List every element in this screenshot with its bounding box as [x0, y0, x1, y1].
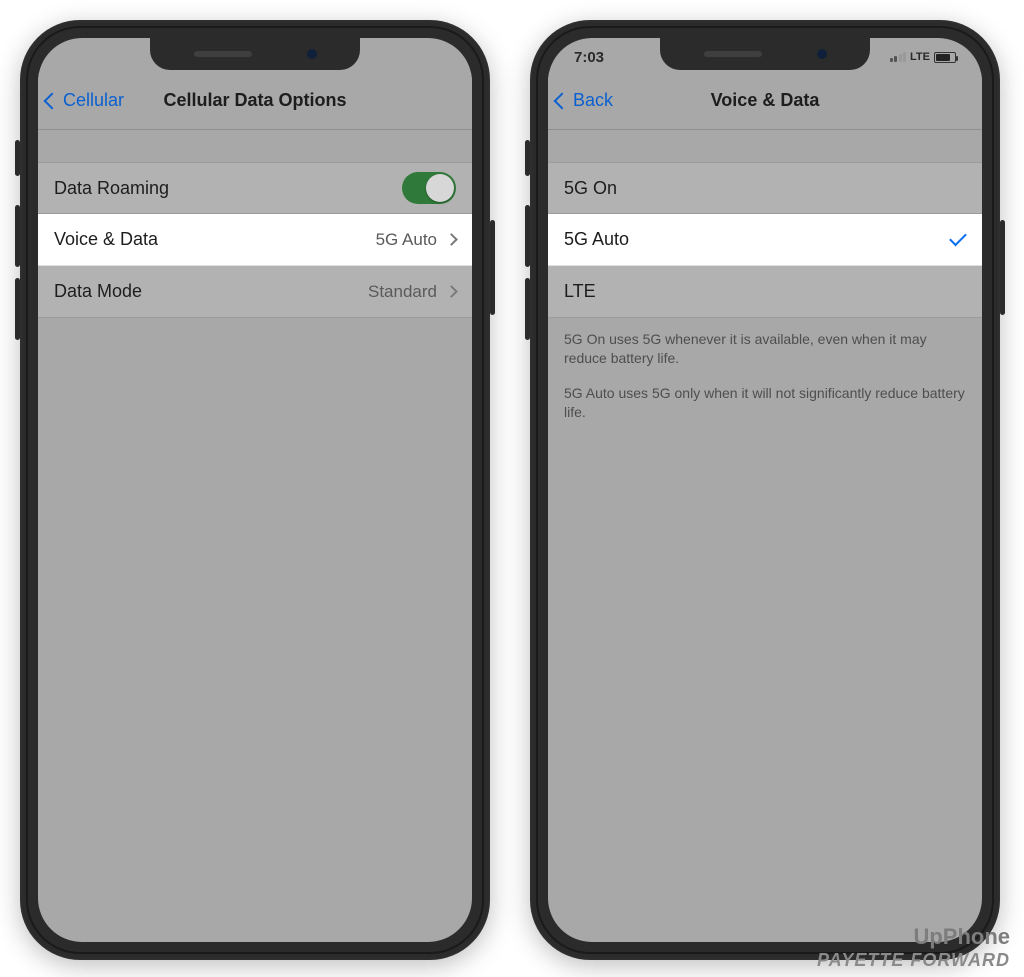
- signal-icon: [890, 52, 907, 62]
- row-5g-on[interactable]: 5G On: [548, 162, 982, 214]
- row-label: Voice & Data: [54, 229, 158, 250]
- row-label: LTE: [564, 281, 596, 302]
- notch: [660, 38, 870, 70]
- notch: [150, 38, 360, 70]
- row-voice-and-data[interactable]: Voice & Data 5G Auto: [38, 214, 472, 266]
- row-label: 5G On: [564, 178, 617, 199]
- footer-note-2: 5G Auto uses 5G only when it will not si…: [548, 380, 982, 434]
- row-5g-auto[interactable]: 5G Auto: [548, 214, 982, 266]
- back-button[interactable]: Back: [556, 72, 613, 129]
- chevron-right-icon: [445, 285, 458, 298]
- row-value: Standard: [368, 282, 437, 302]
- page-title: Voice & Data: [711, 90, 820, 111]
- status-carrier: LTE: [910, 51, 930, 63]
- battery-icon: [934, 52, 956, 63]
- screen-right: 7:03 LTE Back Voice & Data 5G On: [548, 38, 982, 942]
- checkmark-icon: [949, 228, 967, 246]
- row-data-roaming[interactable]: Data Roaming: [38, 162, 472, 214]
- screen-left: Cellular Cellular Data Options Data Roam…: [38, 38, 472, 942]
- toggle-data-roaming[interactable]: [402, 172, 456, 204]
- back-label: Cellular: [63, 90, 124, 111]
- phone-right: 7:03 LTE Back Voice & Data 5G On: [530, 20, 1000, 960]
- row-label: 5G Auto: [564, 229, 629, 250]
- navbar-voice-data: Back Voice & Data: [548, 72, 982, 130]
- row-lte[interactable]: LTE: [548, 266, 982, 318]
- status-time: 7:03: [574, 49, 604, 66]
- row-value: 5G Auto: [376, 230, 437, 250]
- row-label: Data Roaming: [54, 178, 169, 199]
- chevron-right-icon: [445, 233, 458, 246]
- chevron-left-icon: [554, 92, 571, 109]
- phone-left: Cellular Cellular Data Options Data Roam…: [20, 20, 490, 960]
- row-data-mode[interactable]: Data Mode Standard: [38, 266, 472, 318]
- chevron-left-icon: [44, 92, 61, 109]
- page-title: Cellular Data Options: [163, 90, 346, 111]
- footer-note-1: 5G On uses 5G whenever it is available, …: [548, 318, 982, 380]
- navbar-cellular-options: Cellular Cellular Data Options: [38, 72, 472, 130]
- back-label: Back: [573, 90, 613, 111]
- back-button[interactable]: Cellular: [46, 72, 124, 129]
- row-label: Data Mode: [54, 281, 142, 302]
